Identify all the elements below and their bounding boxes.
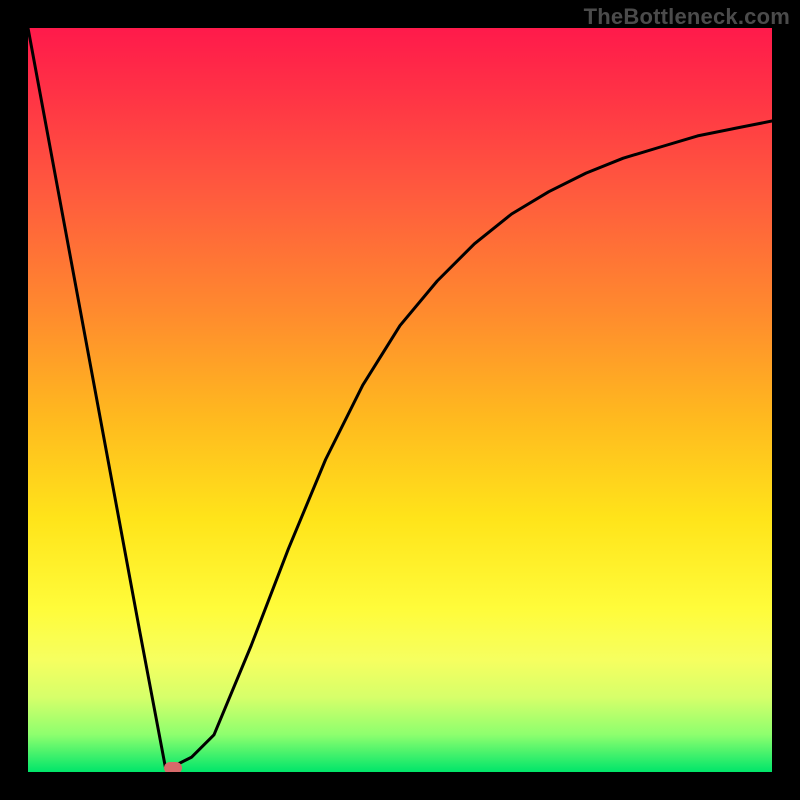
attribution-label: TheBottleneck.com xyxy=(584,4,790,30)
chart-frame: TheBottleneck.com xyxy=(0,0,800,800)
bottleneck-curve xyxy=(28,28,772,772)
optimal-point-marker xyxy=(164,762,182,772)
plot-area xyxy=(28,28,772,772)
